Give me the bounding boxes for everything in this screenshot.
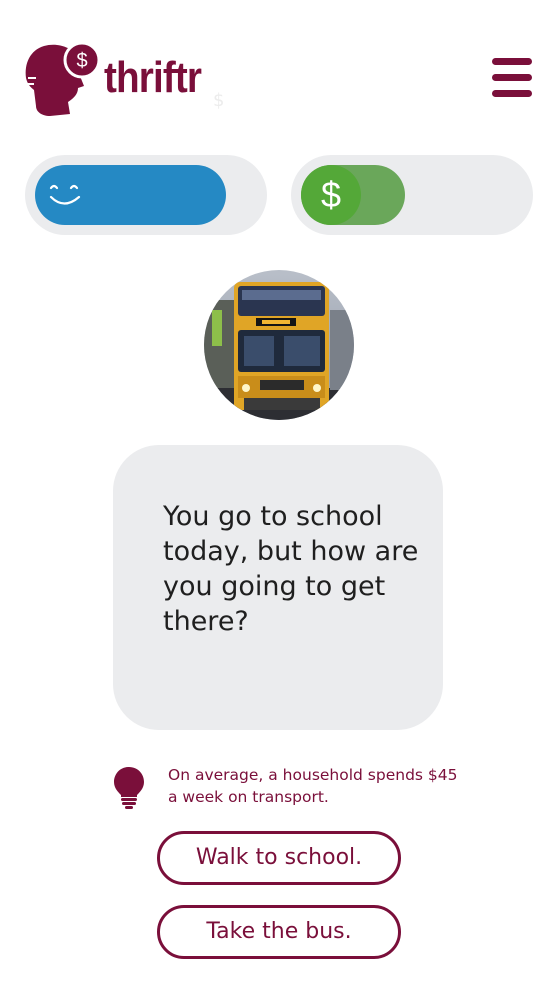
thriftr-logo[interactable]: $ thriftr: [22, 38, 222, 118]
menu-bar-bottom: [492, 90, 532, 97]
bus-photo: [204, 270, 354, 420]
walk-to-school-button[interactable]: Walk to school.: [157, 831, 401, 885]
take-the-bus-button[interactable]: Take the bus.: [157, 905, 401, 959]
app-screen: $ thriftr $ $ You go to school today, bu…: [0, 0, 557, 990]
dollar-icon: $: [301, 165, 361, 225]
question-card: You go to school today, but how are you …: [113, 445, 443, 730]
hamburger-menu-button[interactable]: [490, 56, 534, 100]
transport-tip: On average, a household spends $45 a wee…: [168, 766, 458, 806]
svg-text:$: $: [76, 50, 87, 72]
bus-illustration: [204, 270, 354, 420]
menu-bar-top: [492, 58, 532, 65]
head-with-dollar-icon: $: [25, 41, 101, 116]
menu-bar-middle: [492, 74, 532, 81]
scenario-question: You go to school today, but how are you …: [163, 501, 419, 637]
smile-icon: [49, 184, 81, 205]
faint-dollar-mark: $: [213, 90, 225, 111]
logo-wordmark: thriftr: [104, 53, 202, 102]
lightbulb-icon: [114, 767, 144, 809]
dollar-symbol: $: [320, 174, 342, 215]
